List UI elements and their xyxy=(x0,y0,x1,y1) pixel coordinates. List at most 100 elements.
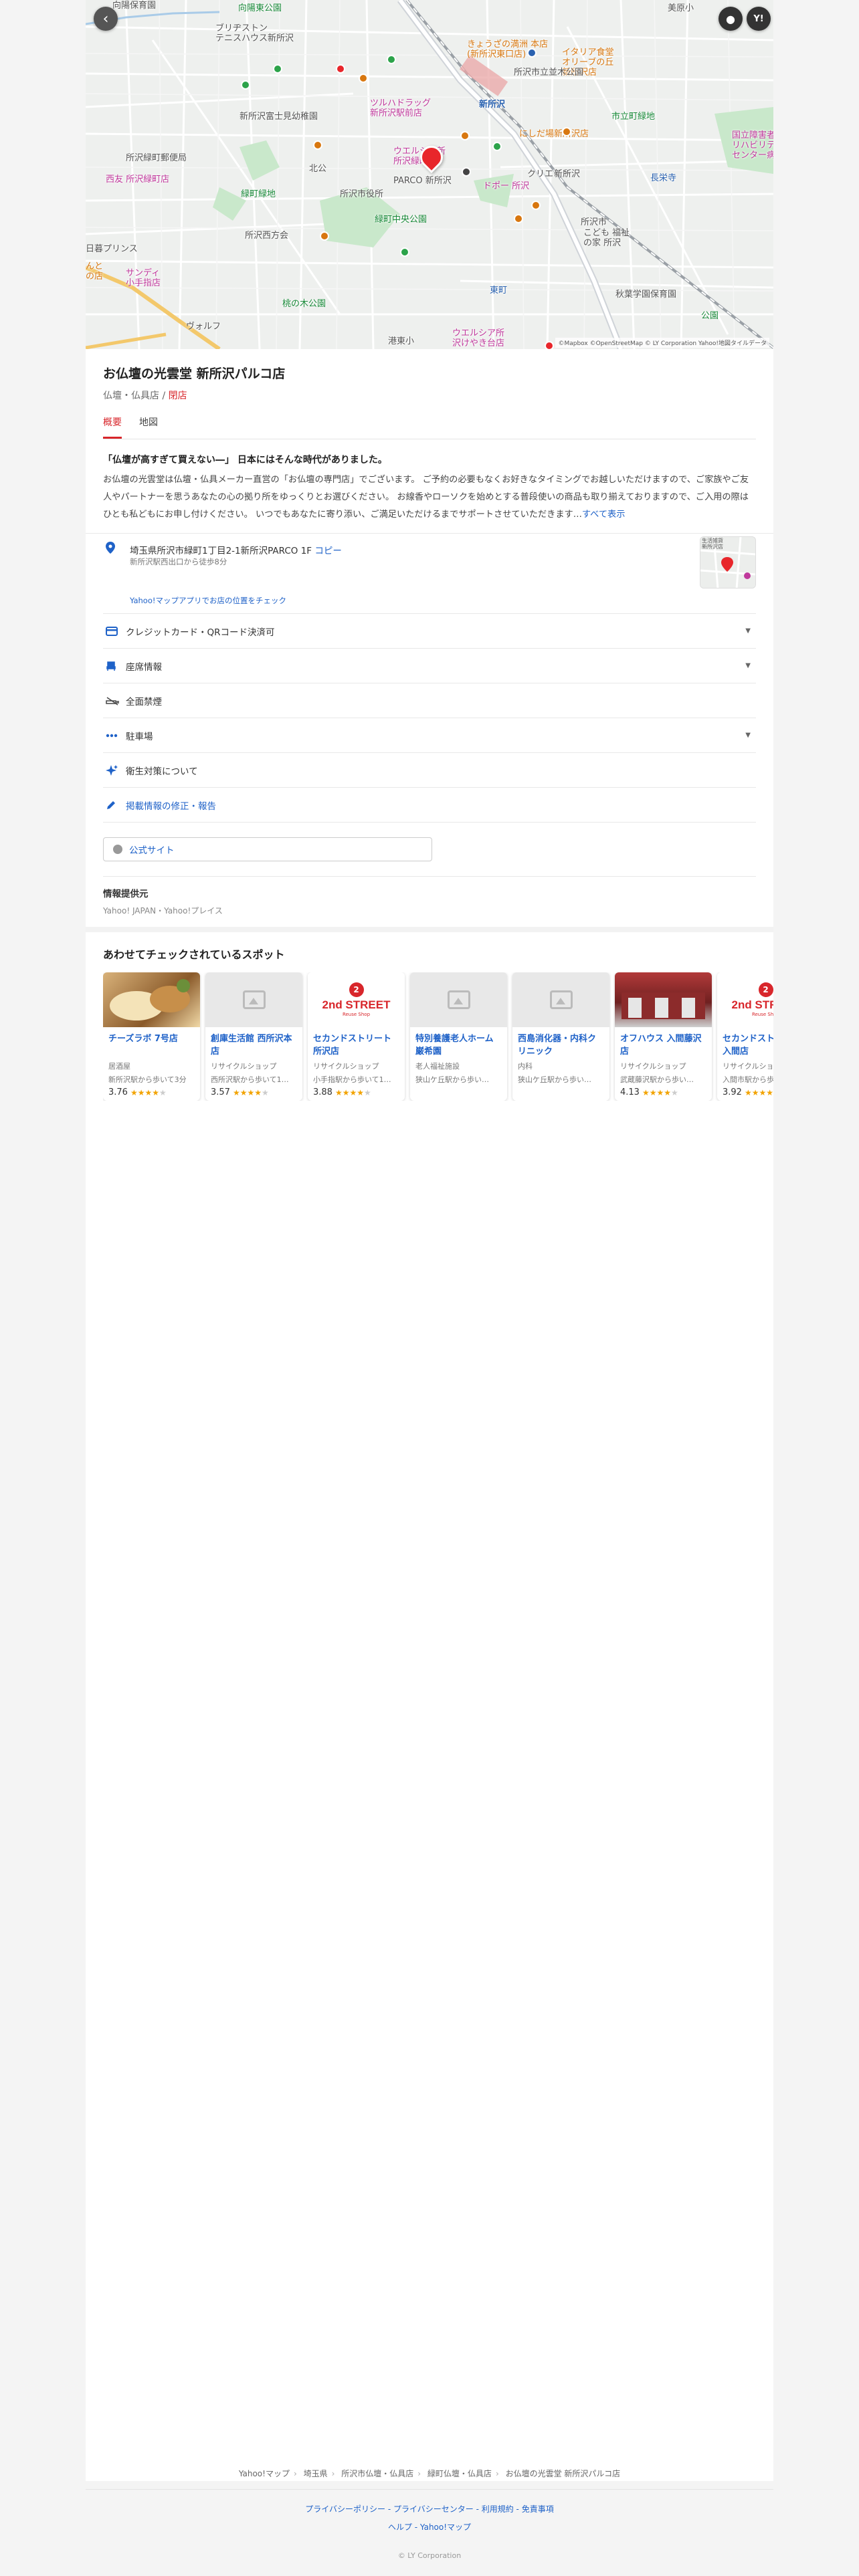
breadcrumb-separator: › xyxy=(293,2469,297,2478)
spot-name: 創庫生活館 西所沢本店 xyxy=(211,1034,292,1057)
mini-map-thumbnail[interactable]: 生活雑貨 新所沢店 xyxy=(700,536,756,588)
breadcrumb-link[interactable]: Yahoo!マップ xyxy=(239,2469,290,2478)
poi-marker[interactable] xyxy=(462,167,471,177)
spot-rating: 3.92★★★★★ xyxy=(723,1087,773,1097)
breadcrumb-link[interactable]: 所沢市仏壇・仏具店 xyxy=(341,2469,413,2478)
map-label: 向陽保育園 xyxy=(112,1,157,11)
report-link[interactable]: 掲載情報の修正・報告 xyxy=(126,798,756,812)
poi-marker[interactable] xyxy=(527,48,537,58)
parking-label: 駐車場 xyxy=(126,731,153,742)
spot-photo xyxy=(615,972,712,1027)
spot-card[interactable]: 2 2nd STREET Reuse Shop セカンドストリート 入間店 リサ… xyxy=(717,972,773,1101)
payment-row[interactable]: クレジットカード・QRコード決済可 ▼ xyxy=(103,614,756,649)
no-smoking-icon xyxy=(103,696,126,706)
poi-marker[interactable] xyxy=(320,231,329,241)
provider-value: Yahoo! JAPAN・Yahoo!プレイス xyxy=(103,906,223,916)
spot-name: 特別養護老人ホーム 巌希園 xyxy=(415,1034,494,1057)
poi-marker[interactable] xyxy=(460,131,470,140)
rating-value: 3.88 xyxy=(313,1087,332,1097)
seat-icon xyxy=(103,661,126,671)
breadcrumb: Yahoo!マップ › 埼玉県 › 所沢市仏壇・仏具店 › 緑町仏壇・仏具店 › お仏壇… xyxy=(0,2468,859,2479)
spot-card[interactable]: 創庫生活館 西所沢本店 リサイクルショップ 西所沢駅から歩いて1… 3.57 ★★… xyxy=(205,972,302,1101)
spot-card[interactable]: 特別養護老人ホーム 巌希園 老人福祉施設 狭山ケ丘駅から歩い… xyxy=(410,972,507,1101)
spot-category: 居酒屋 xyxy=(108,1062,130,1071)
tab-bar: 概要 地図 xyxy=(103,415,756,439)
poi-marker[interactable] xyxy=(387,55,396,64)
poi-marker[interactable] xyxy=(241,80,250,90)
spot-carousel[interactable]: チーズラボ 7号店 居酒屋 新所沢駅から歩いて3分 3.76 ★★★★★ 創庫生活… xyxy=(103,972,773,1101)
map-label: こども 福祉 の家 所沢 xyxy=(583,228,630,248)
map-label: 国立障害者 リハビリテ センター病 xyxy=(732,130,773,160)
show-all-link[interactable]: すべて表示 xyxy=(582,510,626,520)
spot-category: リサイクルショップ xyxy=(620,1062,686,1071)
poi-marker[interactable] xyxy=(336,64,345,74)
spot-card[interactable]: 西島消化器・内科クリニック 内科 狭山ケ丘駅から歩い… xyxy=(512,972,609,1101)
map-label: 所沢市役所 xyxy=(340,189,384,199)
spot-card[interactable]: オフハウス 入間藤沢店 リサイクルショップ 武蔵藤沢駅から歩い… 4.13 ★★★… xyxy=(615,972,712,1101)
map-label: 北公 xyxy=(309,164,327,174)
poi-marker[interactable] xyxy=(531,201,541,210)
spot-card[interactable]: チーズラボ 7号店 居酒屋 新所沢駅から歩いて3分 3.76 ★★★★★ xyxy=(103,972,200,1101)
footer-links[interactable]: プライバシーポリシー - プライバシーセンター - 利用規約 - 免責事項 xyxy=(0,2503,859,2514)
spot-card[interactable]: 2 2nd STREET Reuse Shop セカンドストリート 所沢店 リサ… xyxy=(308,972,405,1101)
category-label: 仏壇・仏具店 xyxy=(103,391,159,401)
official-site-label: 公式サイト xyxy=(129,845,175,856)
copy-address-link[interactable]: コピー xyxy=(314,546,342,556)
seat-row[interactable]: 座席情報 ▼ xyxy=(103,649,756,683)
spot-category: リサイクルショップ xyxy=(211,1062,277,1071)
mini-map-label: 生活雑貨 新所沢店 xyxy=(702,538,723,550)
chevron-down-icon: ▼ xyxy=(745,732,751,739)
poi-marker[interactable] xyxy=(545,341,554,349)
poi-marker[interactable] xyxy=(273,64,282,74)
seat-label: 座席情報 xyxy=(126,661,162,673)
poi-marker[interactable] xyxy=(492,142,502,151)
brand-sub: Reuse Shop xyxy=(751,1012,773,1017)
map-label: ウエルシア所 沢けやき台店 xyxy=(452,328,505,348)
map-label: 所沢市立並木公園 xyxy=(514,68,584,78)
breadcrumb-separator: › xyxy=(417,2469,421,2478)
brand-logo: 2 2nd STREET Reuse Shop xyxy=(308,972,405,1027)
account-button[interactable]: ● xyxy=(719,7,743,31)
poi-marker[interactable] xyxy=(562,127,571,136)
poi-marker[interactable] xyxy=(400,247,409,257)
official-site-button[interactable]: 公式サイト xyxy=(103,837,432,861)
smoking-row: 全面禁煙 xyxy=(103,683,756,718)
map-label: 長栄寺 xyxy=(650,173,677,183)
tab-overview[interactable]: 概要 xyxy=(103,415,122,439)
hygiene-row[interactable]: 衛生対策について xyxy=(103,753,756,788)
2nd-street-logo-icon: 2 xyxy=(758,982,773,997)
payment-label: クレジットカード・QRコード決済可 xyxy=(126,627,275,638)
back-button[interactable]: ‹ xyxy=(94,7,118,31)
parking-icon xyxy=(103,734,126,738)
parking-row[interactable]: 駐車場 ▼ xyxy=(103,718,756,753)
category-separator: / xyxy=(159,391,169,401)
yahoo-menu-button[interactable]: Y! xyxy=(747,7,771,31)
chevron-down-icon: ▼ xyxy=(745,627,751,635)
provider-section: 情報提供元 Yahoo! JAPAN・Yahoo!プレイス xyxy=(103,876,756,916)
open-in-app-link[interactable]: Yahoo!マップアプリでお店の位置をチェック xyxy=(130,595,286,606)
map-view[interactable]: 向陽保育園 向陽東公園 ブリヂストン テニスハウス新所沢 きょうざの満洲 本店 … xyxy=(86,0,773,349)
address-row: 埼玉県所沢市緑町1丁目2-1新所沢PARCO 1F コピー 新所沢駅西出口から徒… xyxy=(103,534,756,614)
placeholder-image-icon xyxy=(205,972,302,1027)
map-attribution[interactable]: ©Mapbox ©OpenStreetMap © LY Corporation … xyxy=(555,338,769,348)
footer-help-links[interactable]: ヘルプ - Yahoo!マップ xyxy=(0,2521,859,2533)
brand-name: 2nd STREET xyxy=(731,998,773,1011)
spot-name: セカンドストリート 所沢店 xyxy=(313,1034,392,1057)
map-label: 緑町中央公園 xyxy=(375,215,427,225)
rating-stars: ★★★★★ xyxy=(232,1087,269,1097)
breadcrumb-link[interactable]: 埼玉県 xyxy=(304,2469,328,2478)
access-info: 新所沢駅西出口から徒歩8分 xyxy=(130,557,227,566)
breadcrumb-separator: › xyxy=(331,2469,335,2478)
report-row[interactable]: 掲載情報の修正・報告 xyxy=(103,788,756,823)
poi-marker[interactable] xyxy=(313,140,322,150)
poi-marker[interactable] xyxy=(359,74,368,83)
spot-rating: 3.76 ★★★★★ xyxy=(108,1087,195,1097)
tab-map[interactable]: 地図 xyxy=(139,415,158,439)
poi-marker[interactable] xyxy=(514,214,523,223)
location-pin-icon xyxy=(106,542,115,556)
breadcrumb-link[interactable]: 緑町仏壇・仏具店 xyxy=(427,2469,492,2478)
map-label: ツルハドラッグ 新所沢駅前店 xyxy=(370,98,432,118)
spot-distance: 狭山ケ丘駅から歩い… xyxy=(518,1075,591,1084)
rating-stars: ★★★★★ xyxy=(335,1087,371,1097)
brand-name: 2nd STREET xyxy=(322,998,391,1011)
